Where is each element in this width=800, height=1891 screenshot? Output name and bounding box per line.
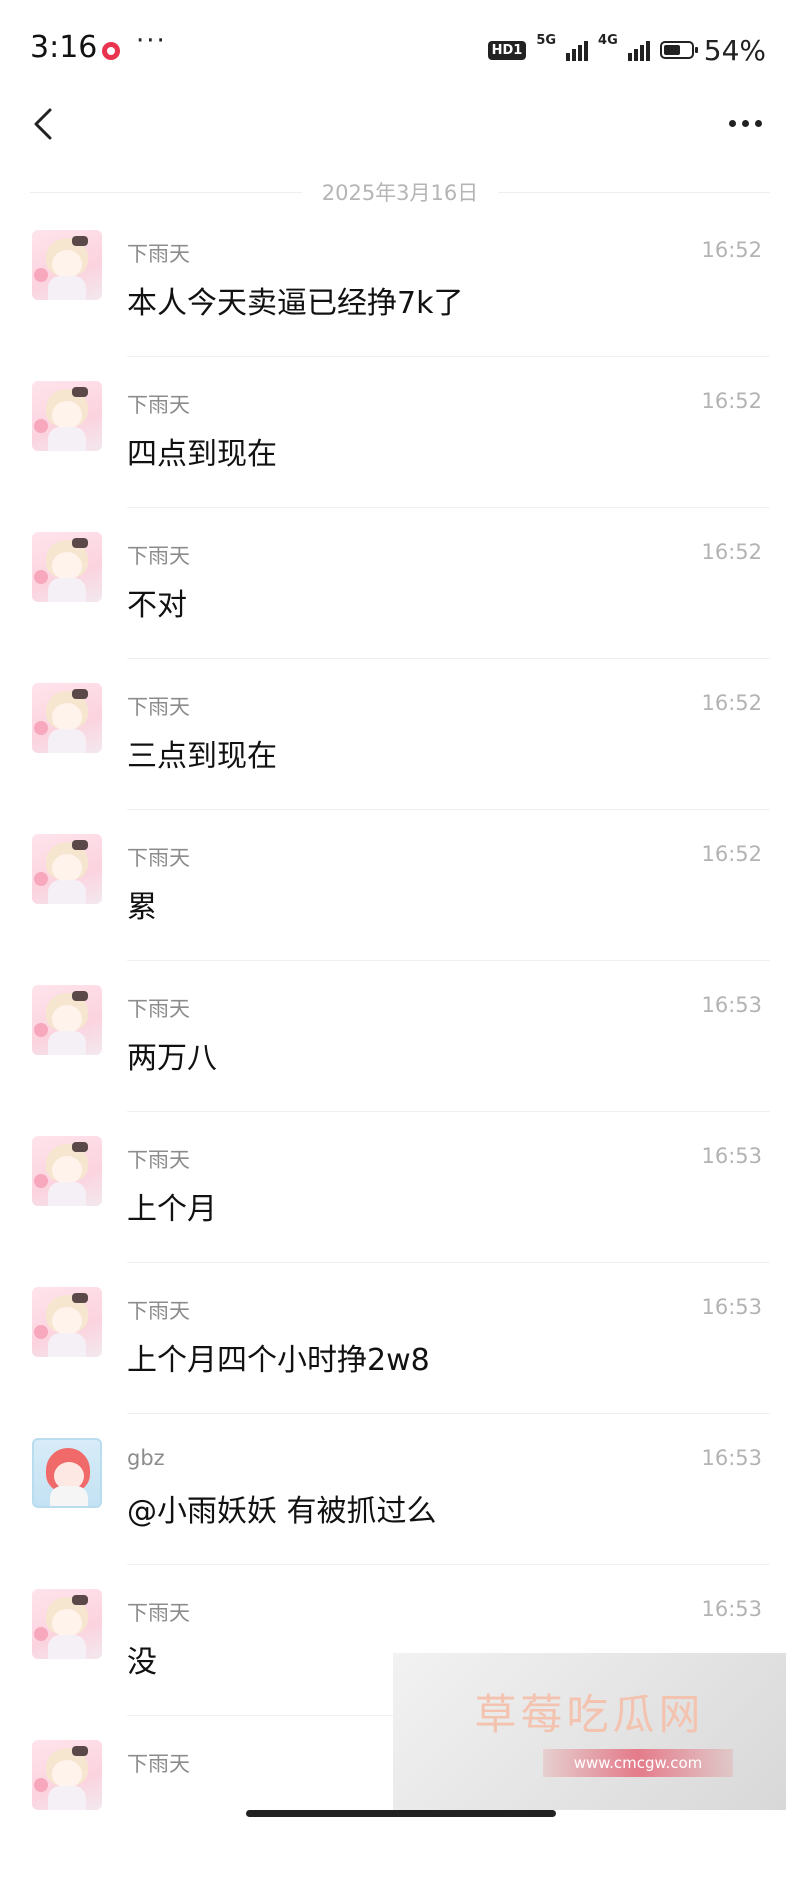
signal-strength-icon (566, 39, 589, 61)
avatar[interactable] (32, 1136, 102, 1206)
battery-icon (659, 41, 698, 59)
avatar[interactable] (32, 683, 102, 753)
message-time: 16:52 (701, 238, 762, 262)
divider (127, 960, 770, 961)
network-label-5g: 5G (536, 32, 557, 48)
status-indicators: HD1 5G 4G 54% (487, 30, 766, 70)
avatar[interactable] (32, 230, 102, 300)
message-text: 上个月 (127, 1192, 217, 1227)
sender-name: 下雨天 (127, 846, 190, 870)
more-options-icon[interactable] (729, 120, 762, 127)
battery-percent: 54% (703, 33, 766, 67)
divider (127, 809, 770, 810)
message-list: 下雨天 16:52 本人今天卖逼已经挣7k了 下雨天 16:52 四点到现在 下… (0, 230, 800, 1891)
message-time: 16:52 (701, 389, 762, 413)
message-text: 三点到现在 (127, 739, 277, 774)
watermark-url: www.cmcgw.com (543, 1749, 733, 1777)
message-item[interactable]: 下雨天 16:52 本人今天卖逼已经挣7k了 (0, 230, 800, 381)
sender-name: 下雨天 (127, 1148, 190, 1172)
more-notifications-icon: ··· (136, 26, 167, 56)
avatar[interactable] (32, 1589, 102, 1659)
message-item[interactable]: 下雨天 16:52 三点到现在 (0, 683, 800, 834)
message-text: 两万八 (127, 1041, 217, 1076)
divider (127, 1262, 770, 1263)
sender-name: 下雨天 (127, 1299, 190, 1323)
notification-icon (102, 42, 120, 60)
avatar[interactable] (32, 1287, 102, 1357)
hd-badge: HD1 (487, 40, 527, 60)
message-text: 累 (127, 890, 157, 925)
message-item[interactable]: 下雨天 16:52 四点到现在 (0, 381, 800, 532)
message-text: 本人今天卖逼已经挣7k了 (127, 286, 464, 321)
date-divider-text: 2025年3月16日 (321, 181, 479, 205)
message-text: 上个月四个小时挣2w8 (127, 1343, 430, 1378)
avatar[interactable] (32, 1740, 102, 1810)
nav-bar (0, 100, 800, 160)
avatar[interactable] (32, 985, 102, 1055)
message-text: 四点到现在 (127, 437, 277, 472)
message-time: 16:52 (701, 540, 762, 564)
sender-name: 下雨天 (127, 393, 190, 417)
message-item[interactable]: 下雨天 16:53 上个月四个小时挣2w8 (0, 1287, 800, 1438)
message-time: 16:52 (701, 842, 762, 866)
sender-name: 下雨天 (127, 695, 190, 719)
status-bar: 3:16 ··· HD1 5G 4G 54% (0, 0, 800, 100)
home-indicator[interactable] (246, 1810, 556, 1817)
sender-name: 下雨天 (127, 242, 190, 266)
message-time: 16:52 (701, 691, 762, 715)
message-item[interactable]: 下雨天 16:52 累 (0, 834, 800, 985)
message-item[interactable]: 下雨天 16:53 两万八 (0, 985, 800, 1136)
watermark-title: 草莓吃瓜网 (474, 1690, 705, 1739)
signal-strength-icon (627, 39, 650, 61)
avatar[interactable] (32, 1438, 102, 1508)
message-time: 16:53 (701, 1597, 762, 1621)
watermark: 草莓吃瓜网 www.cmcgw.com (393, 1653, 786, 1810)
sender-name: 下雨天 (127, 997, 190, 1021)
divider (127, 507, 770, 508)
avatar[interactable] (32, 532, 102, 602)
status-time: 3:16 (30, 30, 98, 65)
sender-name: gbz (127, 1446, 165, 1470)
divider (127, 356, 770, 357)
sender-name: 下雨天 (127, 1752, 190, 1776)
avatar[interactable] (32, 834, 102, 904)
message-text: 没 (127, 1645, 157, 1680)
date-divider: 2025年3月16日 (30, 172, 770, 212)
network-label-4g: 4G (598, 32, 618, 48)
message-item[interactable]: gbz 16:53 @小雨妖妖 有被抓过么 (0, 1438, 800, 1589)
message-text: 不对 (127, 588, 187, 623)
avatar[interactable] (32, 381, 102, 451)
message-time: 16:53 (701, 993, 762, 1017)
message-item[interactable]: 下雨天 16:52 不对 (0, 532, 800, 683)
divider (127, 1413, 770, 1414)
sender-name: 下雨天 (127, 544, 190, 568)
divider (127, 1564, 770, 1565)
divider (127, 658, 770, 659)
message-item[interactable]: 下雨天 16:53 上个月 (0, 1136, 800, 1287)
message-time: 16:53 (701, 1446, 762, 1470)
message-time: 16:53 (701, 1295, 762, 1319)
divider (127, 1111, 770, 1112)
message-time: 16:53 (701, 1144, 762, 1168)
message-text: @小雨妖妖 有被抓过么 (127, 1494, 437, 1529)
sender-name: 下雨天 (127, 1601, 190, 1625)
back-icon[interactable] (28, 104, 68, 144)
